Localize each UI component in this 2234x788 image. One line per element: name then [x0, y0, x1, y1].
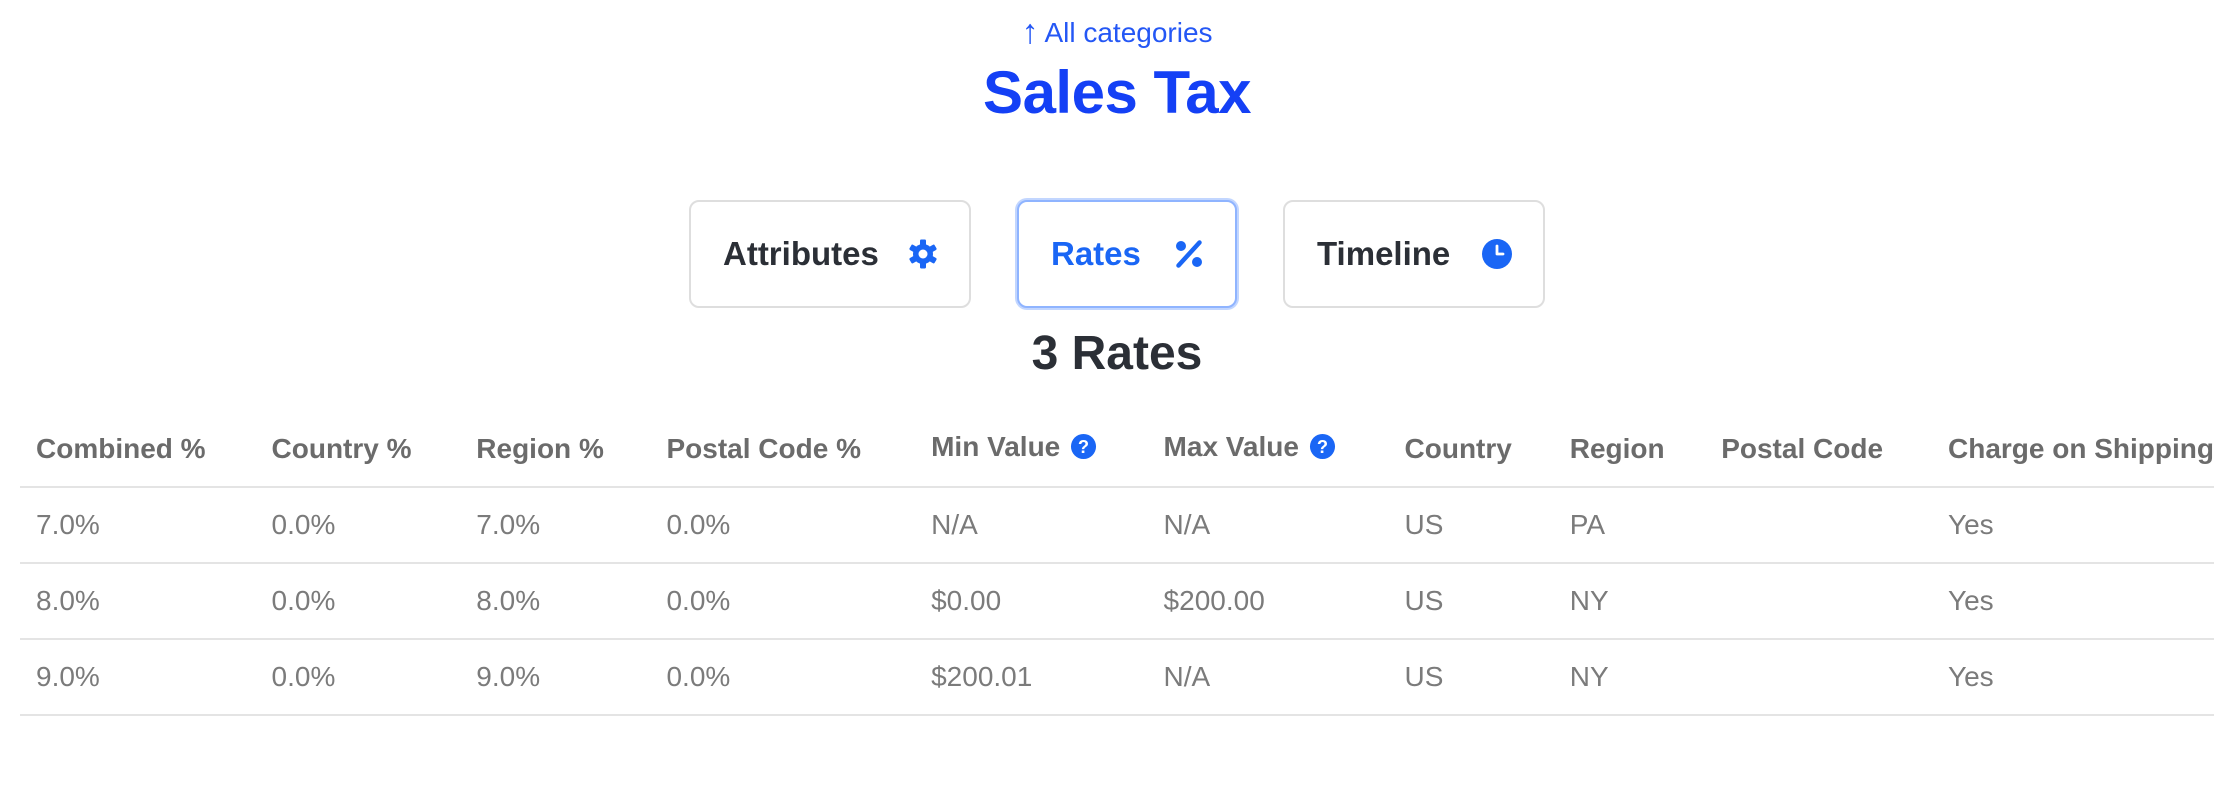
column-min-value: Min Value? — [915, 412, 1148, 488]
table-row: 8.0% 0.0% 8.0% 0.0% $0.00 $200.00 US NY … — [20, 563, 2214, 640]
cell-country-percent: 0.0% — [255, 487, 461, 564]
cell-combined: 8.0% — [20, 563, 256, 640]
cell-region: NY — [1553, 639, 1706, 716]
clock-icon — [1481, 238, 1513, 270]
column-charge-on-shipping: Charge on Shipping — [1932, 412, 2214, 488]
cell-max-value: $200.00 — [1147, 563, 1389, 640]
cell-postal-code — [1705, 639, 1932, 716]
rates-count-heading: 3 Rates — [1031, 327, 1203, 380]
cell-charge-on-shipping: Yes — [1932, 563, 2214, 640]
up-arrow-icon: ↑ — [1021, 13, 1039, 51]
cell-max-value: N/A — [1147, 639, 1389, 716]
column-region-percent: Region % — [460, 412, 651, 488]
cell-combined: 9.0% — [20, 639, 256, 716]
column-max-value: Max Value? — [1147, 412, 1389, 488]
cell-postal-code-percent: 0.0% — [650, 487, 916, 564]
column-combined: Combined % — [20, 412, 256, 488]
tab-timeline[interactable]: Timeline — [1283, 200, 1545, 308]
cell-country: US — [1388, 639, 1554, 716]
table-row: 9.0% 0.0% 9.0% 0.0% $200.01 N/A US NY Ye… — [20, 639, 2214, 716]
column-max-value-label: Max Value — [1163, 431, 1299, 462]
cell-region: NY — [1553, 563, 1706, 640]
page-title: Sales Tax — [983, 59, 1251, 126]
cell-min-value: $0.00 — [915, 563, 1148, 640]
cell-country: US — [1388, 563, 1554, 640]
cell-min-value: $200.01 — [915, 639, 1148, 716]
column-country-percent: Country % — [255, 412, 461, 488]
cell-postal-code — [1705, 563, 1932, 640]
cell-region-percent: 9.0% — [460, 639, 651, 716]
cell-country: US — [1388, 487, 1554, 564]
cell-min-value: N/A — [915, 487, 1148, 564]
cell-region-percent: 8.0% — [460, 563, 651, 640]
column-region: Region — [1553, 412, 1706, 488]
svg-text:?: ? — [1078, 436, 1089, 457]
column-postal-code: Postal Code — [1705, 412, 1932, 488]
column-country: Country — [1388, 412, 1554, 488]
cell-country-percent: 0.0% — [255, 639, 461, 716]
all-categories-link[interactable]: ↑ All categories — [0, 12, 2234, 51]
cell-region: PA — [1553, 487, 1706, 564]
cell-postal-code — [1705, 487, 1932, 564]
help-icon[interactable]: ? — [1070, 433, 1097, 467]
tab-timeline-label: Timeline — [1317, 235, 1451, 272]
gear-icon — [907, 238, 939, 270]
cell-postal-code-percent: 0.0% — [650, 639, 916, 716]
column-min-value-label: Min Value — [931, 431, 1061, 462]
rates-table: Combined % Country % Region % Postal Cod… — [20, 412, 2214, 716]
svg-text:?: ? — [1317, 436, 1328, 457]
tab-attributes-label: Attributes — [723, 235, 879, 272]
cell-charge-on-shipping: Yes — [1932, 487, 2214, 564]
cell-charge-on-shipping: Yes — [1932, 639, 2214, 716]
table-row: 7.0% 0.0% 7.0% 0.0% N/A N/A US PA Yes — [20, 487, 2214, 564]
tab-rates-label: Rates — [1051, 235, 1141, 272]
help-icon[interactable]: ? — [1309, 433, 1336, 467]
tab-rates[interactable]: Rates — [1017, 200, 1237, 308]
tab-bar: Attributes Rates Timeline — [0, 200, 2234, 308]
cell-region-percent: 7.0% — [460, 487, 651, 564]
tab-attributes[interactable]: Attributes — [689, 200, 971, 308]
cell-postal-code-percent: 0.0% — [650, 563, 916, 640]
cell-max-value: N/A — [1147, 487, 1389, 564]
cell-country-percent: 0.0% — [255, 563, 461, 640]
table-header-row: Combined % Country % Region % Postal Cod… — [20, 412, 2214, 488]
all-categories-label: All categories — [1044, 17, 1213, 48]
cell-combined: 7.0% — [20, 487, 256, 564]
column-postal-code-percent: Postal Code % — [650, 412, 916, 488]
percent-icon — [1173, 238, 1205, 270]
